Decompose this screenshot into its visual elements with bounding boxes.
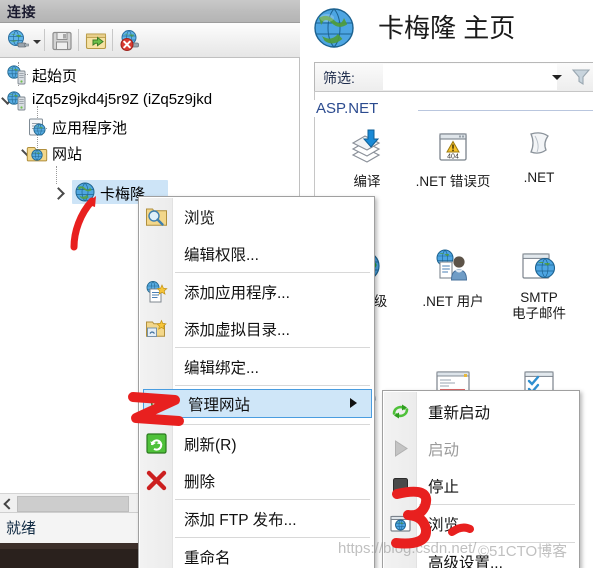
feature-label-line1: SMTP: [520, 290, 558, 305]
context-menu[interactable]: 浏览 编辑权限... 添加应用程序... 添加虚拟目录... 编辑绑定... 管…: [138, 196, 375, 568]
feature-label: .NET 错误页: [415, 174, 491, 189]
menu-item-label: 编辑绑定...: [184, 360, 259, 377]
connect-to-chevron-down-icon[interactable]: [33, 40, 41, 44]
svg-text:404: 404: [447, 154, 459, 161]
submenu-item-label: 浏览: [428, 517, 460, 534]
group-title: ASP.NET: [312, 100, 383, 117]
menu-item-label: 添加 FTP 发布...: [184, 512, 297, 529]
browse-icon: [145, 205, 168, 228]
watermark-site: ©51CTO博客: [478, 543, 568, 560]
feature-label-line2: 电子邮件: [512, 306, 566, 321]
toolbar-separator-1: [44, 29, 45, 51]
menu-item-label: 重命名: [184, 550, 231, 567]
manage-website-icon: [149, 393, 172, 416]
menu-item-add-application[interactable]: 添加应用程序...: [140, 273, 373, 310]
scroll-left-button[interactable]: [1, 496, 16, 510]
feature-label: .NET: [523, 170, 555, 185]
smtp-email-icon: [517, 248, 561, 288]
tree-item-label: 起始页: [32, 68, 78, 85]
disconnect-icon[interactable]: [118, 29, 142, 53]
filter-label: 筛选:: [323, 70, 355, 86]
connect-to-icon[interactable]: [6, 29, 30, 53]
connections-header: 连接: [0, 0, 300, 23]
page-title: 卡梅隆 主页: [378, 13, 516, 43]
app-pool-icon: [26, 116, 48, 138]
menu-separator-3: [175, 385, 370, 386]
globalization-icon: [517, 128, 561, 168]
menu-item-browse[interactable]: 浏览: [140, 198, 373, 235]
tree-item-server[interactable]: iZq5z9jkd4j5r9Z (iZq5z9jkd: [0, 88, 290, 114]
status-text: 就绪: [6, 520, 37, 537]
submenu-item-stop[interactable]: 停止: [384, 467, 578, 504]
net-users-icon: [431, 248, 475, 288]
browse-site-icon: [389, 512, 412, 535]
submenu-item-label: 重新启动: [428, 405, 491, 422]
watermark-url: https://blog.csdn.net/: [338, 540, 477, 557]
menu-item-label: 刷新(R): [184, 437, 237, 454]
tree-item-label: 网站: [52, 146, 83, 163]
submenu-item-browse[interactable]: 浏览: [384, 505, 578, 542]
chevron-down-icon[interactable]: [552, 75, 562, 80]
tree-item-label: iZq5z9jkd4j5r9Z (iZq5z9jkd: [32, 91, 213, 108]
menu-item-delete[interactable]: 删除: [140, 462, 373, 499]
refresh-icon: [145, 432, 168, 455]
menu-item-label: 添加应用程序...: [184, 285, 290, 302]
filter-input[interactable]: [383, 64, 557, 90]
restart-icon: [389, 400, 412, 423]
menu-item-refresh[interactable]: 刷新(R): [140, 425, 373, 462]
menu-item-label: 编辑权限...: [184, 247, 259, 264]
feature-label: SMTP 电子邮件: [496, 290, 582, 322]
submenu-item-label: 停止: [428, 479, 460, 496]
chevron-right-icon[interactable]: [52, 186, 66, 200]
group-rule: [418, 110, 593, 111]
sites-folder-icon: [26, 142, 48, 164]
feature-label: 编译: [353, 174, 381, 189]
start-page-icon: [6, 64, 28, 86]
tree-item-app-pools[interactable]: 应用程序池: [20, 114, 280, 140]
connections-toolbar: [0, 23, 300, 58]
start-icon: [389, 437, 412, 460]
server-icon: [6, 90, 28, 112]
toolbar-separator-2: [78, 29, 79, 51]
stop-icon: [389, 474, 412, 497]
open-site-icon[interactable]: [84, 29, 108, 53]
submenu-item-start: 启动: [384, 430, 578, 467]
tree-item-label: 应用程序池: [52, 120, 128, 137]
feature-label: .NET 用户: [422, 294, 484, 309]
menu-item-label: 删除: [184, 474, 216, 491]
menu-item-label: 添加虚拟目录...: [184, 322, 290, 339]
filter-bar: 筛选:: [314, 62, 593, 92]
website-icon: [74, 181, 96, 203]
submenu-item-label: 启动: [428, 442, 460, 459]
menu-item-add-ftp-publishing[interactable]: 添加 FTP 发布...: [140, 500, 373, 537]
toolbar-separator-3: [112, 29, 113, 51]
funnel-icon[interactable]: [571, 68, 591, 86]
menu-item-manage-website[interactable]: 管理网站: [143, 389, 372, 418]
add-application-icon: [145, 280, 168, 303]
delete-icon: [145, 469, 168, 492]
menu-item-edit-permissions[interactable]: 编辑权限...: [140, 235, 373, 272]
tree-item-start-page[interactable]: 起始页: [0, 62, 280, 88]
menu-item-label: 浏览: [184, 210, 216, 227]
error-pages-icon: 404: [431, 128, 475, 168]
content-header: 卡梅隆 主页: [300, 0, 593, 57]
menu-item-add-virtual-directory[interactable]: 添加虚拟目录...: [140, 310, 373, 347]
menu-item-edit-bindings[interactable]: 编辑绑定...: [140, 348, 373, 385]
scrollbar-thumb[interactable]: [17, 496, 129, 512]
menu-item-label: 管理网站: [188, 397, 251, 414]
connections-title: 连接: [7, 4, 36, 20]
compilation-icon: [345, 128, 389, 168]
save-icon: [50, 29, 74, 53]
tree-item-sites[interactable]: 网站: [20, 140, 280, 166]
submenu-arrow-icon: [350, 398, 357, 408]
submenu-item-restart[interactable]: 重新启动: [384, 393, 578, 430]
globe-icon: [312, 6, 356, 50]
add-virtual-directory-icon: [145, 317, 168, 340]
